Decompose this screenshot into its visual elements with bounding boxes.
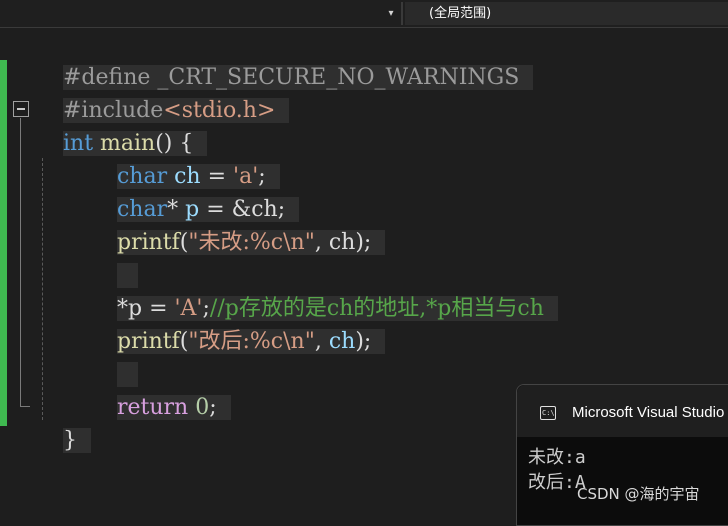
fold-guide-end	[20, 406, 30, 407]
code-line-9[interactable]: printf("改后:%c\n", ch);	[89, 292, 386, 354]
dropdown-divider	[401, 2, 403, 25]
watermark: CSDN @海的宇宙	[577, 485, 700, 503]
return-keyword: return	[116, 395, 189, 420]
code-line-3[interactable]: int main() {	[35, 94, 208, 156]
printf-call: printf	[116, 329, 180, 354]
indent-guide	[42, 158, 43, 420]
fold-guide-line	[20, 118, 21, 407]
code-line-5[interactable]: char* p = &ch;	[89, 160, 300, 222]
project-dropdown[interactable]: ▾	[0, 2, 398, 25]
comma: ,	[314, 329, 329, 354]
close-paren: );	[355, 230, 372, 255]
code-line-12[interactable]: }	[35, 391, 91, 453]
comma: ,	[314, 230, 329, 255]
chevron-down-icon[interactable]: ▾	[384, 2, 398, 25]
console-title-bar[interactable]: C:\ Microsoft Visual Studio	[517, 385, 728, 437]
code-line-10[interactable]	[89, 325, 138, 387]
code-line-1[interactable]: #define _CRT_SECURE_NO_WARNINGS	[35, 28, 534, 90]
variable-ch: ch	[328, 230, 356, 255]
console-title: Microsoft Visual Studio	[572, 404, 725, 421]
code-line-7[interactable]	[89, 226, 138, 288]
console-window-icon: C:\	[540, 406, 556, 420]
collapse-icon[interactable]	[13, 101, 29, 117]
debug-console-window[interactable]: C:\ Microsoft Visual Studio 未改:a 改后:A	[516, 384, 728, 526]
code-line-11[interactable]: return 0;	[89, 358, 231, 420]
format-string: "未改:%c\n"	[188, 230, 315, 255]
code-line-8[interactable]: *p = 'A';//p存放的是ch的地址,*p相当与ch	[89, 259, 558, 321]
variable-ch: ch	[328, 329, 356, 354]
navigation-bar: ▾ (全局范围)	[0, 0, 728, 28]
scope-dropdown[interactable]: (全局范围)	[405, 2, 728, 25]
code-line-6[interactable]: printf("未改:%c\n", ch);	[89, 193, 386, 255]
code-line-2[interactable]: #include<stdio.h>	[35, 61, 290, 123]
format-string: "改后:%c\n"	[188, 329, 315, 354]
close-paren: );	[355, 329, 372, 354]
closing-brace: }	[62, 428, 91, 453]
semicolon: ;	[209, 395, 217, 420]
code-line-4[interactable]: char ch = 'a';	[89, 127, 280, 189]
change-tracking-bar	[0, 60, 7, 426]
scope-label: (全局范围)	[429, 6, 492, 21]
return-value: 0	[188, 395, 210, 420]
printf-call: printf	[116, 230, 180, 255]
